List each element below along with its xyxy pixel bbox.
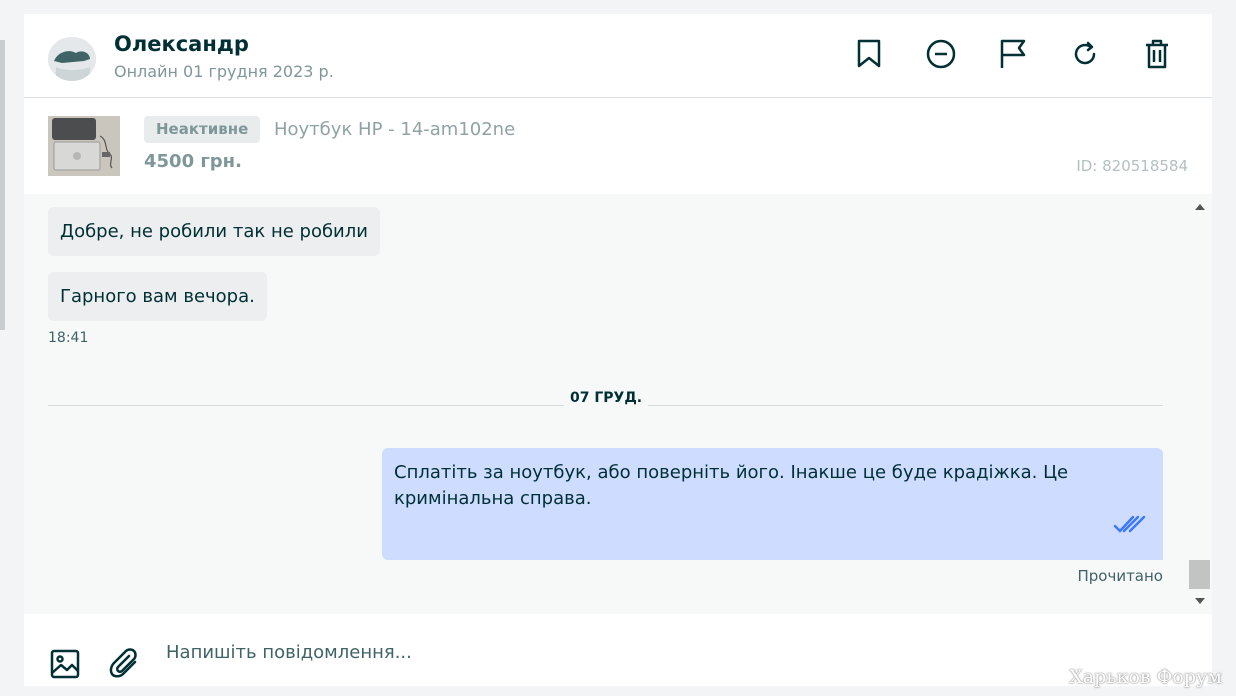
attachment-icon[interactable] [108,647,142,681]
read-checkmarks-icon [1113,514,1149,542]
scrollbar[interactable] [1188,194,1212,614]
message-composer [24,614,1212,686]
left-edge-bar [0,40,5,330]
status-badge: Неактивне [144,116,261,143]
avatar[interactable] [48,37,96,81]
block-icon[interactable] [923,36,959,72]
contact-status: Онлайн 01 грудня 2023 р. [114,62,334,81]
chat-panel: Олександр Онлайн 01 грудня 2023 р. Неакт… [24,14,1212,686]
scroll-up-arrow-icon[interactable] [1195,204,1205,210]
refresh-icon[interactable] [1067,36,1103,72]
trash-icon[interactable] [1139,36,1175,72]
image-icon[interactable] [48,647,82,681]
incoming-message: Добре, не робили так не робили [48,207,380,256]
bookmark-icon[interactable] [851,36,887,72]
scroll-down-arrow-icon[interactable] [1195,598,1205,604]
laptop-photo [48,116,120,176]
ad-price: 4500 грн. [144,151,242,172]
ad-thumbnail[interactable] [48,116,120,176]
message-time: 18:41 [48,330,89,346]
outgoing-message-text: Сплатіть за ноутбук, або поверніть його.… [394,462,1069,509]
avatar-image [48,37,96,81]
ad-title[interactable]: Ноутбук HP - 14-am102ne [274,119,515,140]
read-status: Прочитано [1077,567,1163,585]
ad-id: ID: 820518584 [1076,157,1188,175]
scrollbar-thumb[interactable] [1189,560,1210,589]
date-divider: 07 ГРУД. [564,390,649,406]
incoming-message: Гарного вам вечора. [48,272,267,321]
outgoing-message: Сплатіть за ноутбук, або поверніть його.… [382,448,1163,560]
watermark: Харьков Форум [1069,666,1222,688]
contact-name: Олександр [114,32,249,56]
chat-header: Олександр Онлайн 01 грудня 2023 р. [24,14,1212,98]
ad-bar[interactable]: Неактивне Ноутбук HP - 14-am102ne 4500 г… [24,99,1212,193]
messages-area[interactable]: Добре, не робили так не робили Гарного в… [24,194,1212,614]
message-input[interactable] [166,638,966,666]
flag-icon[interactable] [995,36,1031,72]
